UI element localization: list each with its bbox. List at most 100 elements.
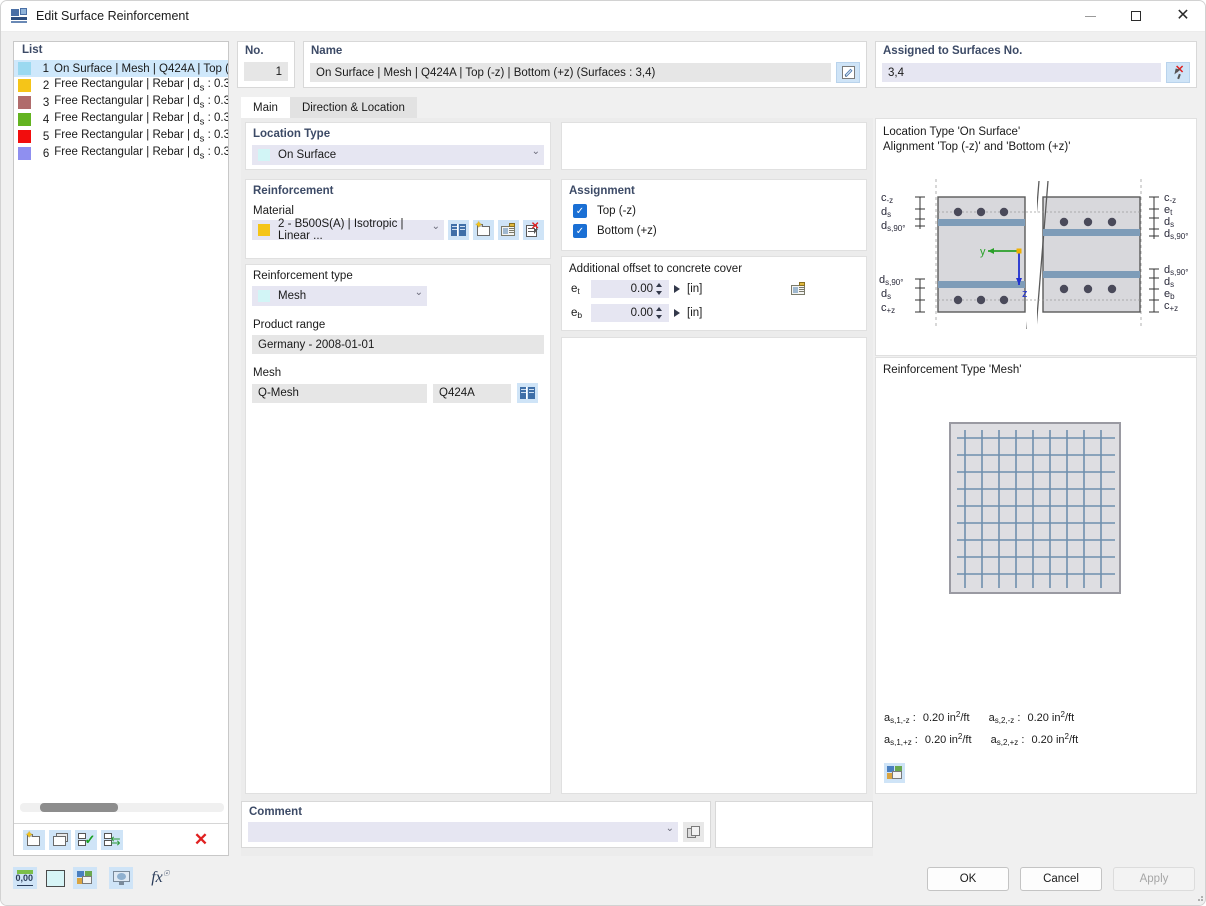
bottom-label: Bottom (+z) [597, 225, 657, 237]
display-icon[interactable] [109, 867, 133, 889]
bottom-checkbox[interactable]: ✓ [573, 224, 587, 238]
assignment-bottom-row[interactable]: ✓ Bottom (+z) [562, 218, 866, 238]
delete-material-icon[interactable]: ✕ [523, 220, 544, 240]
chevron-down-icon [532, 150, 540, 161]
name-card: Name On Surface | Mesh | Q424A | Top (-z… [303, 41, 867, 88]
name-field[interactable]: On Surface | Mesh | Q424A | Top (-z) | B… [310, 63, 831, 82]
list-item[interactable]: 5Free Rectangular | Rebar | ds : 0.39 in… [14, 128, 228, 145]
material-combo[interactable]: 2 - B500S(A) | Isotropic | Linear ... [252, 220, 444, 240]
material-library-icon[interactable] [448, 220, 469, 240]
as-1-plus-z-label: as,1,+z [884, 734, 912, 746]
offset-eb-label: eb [571, 307, 591, 320]
cancel-button[interactable]: Cancel [1020, 867, 1102, 891]
list-item-number: 4 [38, 114, 49, 126]
top-checkbox[interactable]: ✓ [573, 204, 587, 218]
as-1-minus-z-value: 0.20 in2/ft [923, 712, 970, 724]
svg-text:c+z: c+z [1164, 300, 1178, 313]
edit-name-icon[interactable] [836, 62, 860, 83]
select-all-icon[interactable]: ✓ [75, 830, 97, 850]
window-controls: ✕ [1067, 1, 1206, 32]
offset-et-more-icon[interactable] [674, 285, 680, 293]
render-colors-icon[interactable] [73, 867, 97, 889]
location-type-combo[interactable]: On Surface [252, 145, 544, 165]
reinforcement-type-combo[interactable]: Mesh [252, 286, 427, 306]
material-swatch [258, 224, 270, 236]
maximize-icon[interactable] [1113, 1, 1159, 32]
offset-row-eb: eb 0.00 [in] [562, 299, 866, 322]
offset-et-sub: t [577, 286, 579, 296]
list-item[interactable]: 6Free Rectangular | Rebar | ds : 0.39 in… [14, 145, 228, 162]
svg-text:ds,90°: ds,90° [881, 220, 905, 233]
list-item[interactable]: 4Free Rectangular | Rebar | ds : 0.39 in… [14, 111, 228, 128]
as-values-row-2: as,1,+z : 0.20 in2/ft as,2,+z : 0.20 in2… [884, 729, 1078, 751]
resize-grip[interactable] [1194, 892, 1204, 902]
list-item[interactable]: 1On Surface | Mesh | Q424A | Top (-z) | … [14, 60, 228, 77]
list-item[interactable]: 2Free Rectangular | Rebar | ds : 0.39 in… [14, 77, 228, 94]
as-2-minus-z-value: 0.20 in2/ft [1027, 712, 1074, 724]
color-box-icon[interactable] [43, 867, 67, 889]
offset-et-label: et [571, 283, 591, 296]
diagram-caption-line2: Alignment 'Top (-z)' and 'Bottom (+z)' [883, 140, 1196, 155]
ok-button[interactable]: OK [927, 867, 1009, 891]
new-material-icon[interactable]: ✦ [473, 220, 494, 240]
offset-eb-value: 0.00 [631, 307, 653, 319]
tab-direction-location[interactable]: Direction & Location [290, 97, 417, 118]
number-field[interactable]: 1 [244, 62, 288, 81]
reinforcement-details-group: Reinforcement type Mesh Product range Ge… [245, 264, 551, 794]
reinforcement-group: Reinforcement Material 2 - B500S(A) | Is… [245, 179, 551, 259]
location-type-title: Location Type [246, 123, 550, 140]
mesh-preview-graphic [949, 422, 1123, 596]
assignment-top-row[interactable]: ✓ Top (-z) [562, 197, 866, 218]
copy-item-icon[interactable] [49, 830, 71, 850]
assigned-field[interactable]: 3,4 [882, 63, 1161, 82]
comment-copy-icon[interactable] [683, 822, 704, 842]
offset-et-value: 0.00 [631, 283, 653, 295]
offset-eb-input[interactable]: 0.00 [591, 304, 669, 322]
mesh-library-icon[interactable] [517, 383, 538, 403]
assigned-label: Assigned to Surfaces No. [876, 42, 1196, 57]
svg-text:ds,90°: ds,90° [1164, 228, 1188, 241]
chevron-down-icon [666, 827, 674, 838]
stepper-icon[interactable] [655, 304, 664, 322]
delete-icon: ✕ [194, 831, 208, 848]
offset-row-et: et 0.00 [in] [562, 275, 866, 299]
cover-settings-icon[interactable] [788, 279, 809, 299]
list-item[interactable]: 3Free Rectangular | Rebar | ds : 0.39 in… [14, 94, 228, 111]
invert-selection-icon[interactable]: ⇆ [101, 830, 123, 850]
as-1-plus-z-value: 0.20 in2/ft [925, 734, 972, 746]
title-bar: Edit Surface Reinforcement ✕ [1, 1, 1206, 32]
stepper-icon[interactable] [655, 280, 664, 298]
delete-item-button[interactable]: ✕ [190, 830, 212, 850]
diagram-caption-line1: Location Type 'On Surface' [883, 125, 1196, 140]
list-item-label: Free Rectangular | Rebar | ds : 0.39 in … [54, 78, 228, 93]
apply-button[interactable]: Apply [1113, 867, 1195, 891]
offset-et-input[interactable]: 0.00 [591, 280, 669, 298]
offset-eb-more-icon[interactable] [674, 309, 680, 317]
scrollbar-thumb[interactable] [40, 803, 118, 812]
pencil-glyph [842, 66, 855, 79]
tab-main[interactable]: Main [241, 97, 290, 118]
comment-combo[interactable] [248, 822, 678, 842]
offset-eb-sub: b [577, 310, 582, 320]
assignment-group: Assignment ✓ Top (-z) ✓ Bottom (+z) [561, 179, 867, 251]
minimize-icon[interactable] [1067, 1, 1113, 32]
tab-bar: Main Direction & Location [241, 97, 417, 118]
product-range-field[interactable]: Germany - 2008-01-01 [252, 335, 544, 354]
pick-surfaces-icon[interactable]: ✕ [1166, 62, 1190, 83]
new-item-icon[interactable]: ✦ [23, 830, 45, 850]
close-icon[interactable]: ✕ [1159, 1, 1206, 32]
formula-icon[interactable]: f☉x [145, 867, 169, 889]
render-settings-icon[interactable] [884, 763, 905, 783]
material-value: 2 - B500S(A) | Isotropic | Linear ... [278, 218, 432, 242]
as-2-plus-z-sep: : [1021, 734, 1024, 746]
list-item-number: 1 [38, 63, 49, 75]
list-body[interactable]: 1On Surface | Mesh | Q424A | Top (-z) | … [14, 60, 228, 820]
list-horizontal-scrollbar[interactable] [20, 803, 224, 812]
product-range-label: Product range [246, 306, 550, 331]
decimal-places-icon[interactable]: 0,00 [13, 867, 37, 889]
mesh-code-field[interactable]: Q424A [433, 384, 511, 403]
list-header: List [14, 42, 228, 60]
edit-material-icon[interactable] [498, 220, 519, 240]
cross-section-diagram: y z [876, 157, 1194, 337]
mesh-kind-field[interactable]: Q-Mesh [252, 384, 427, 403]
